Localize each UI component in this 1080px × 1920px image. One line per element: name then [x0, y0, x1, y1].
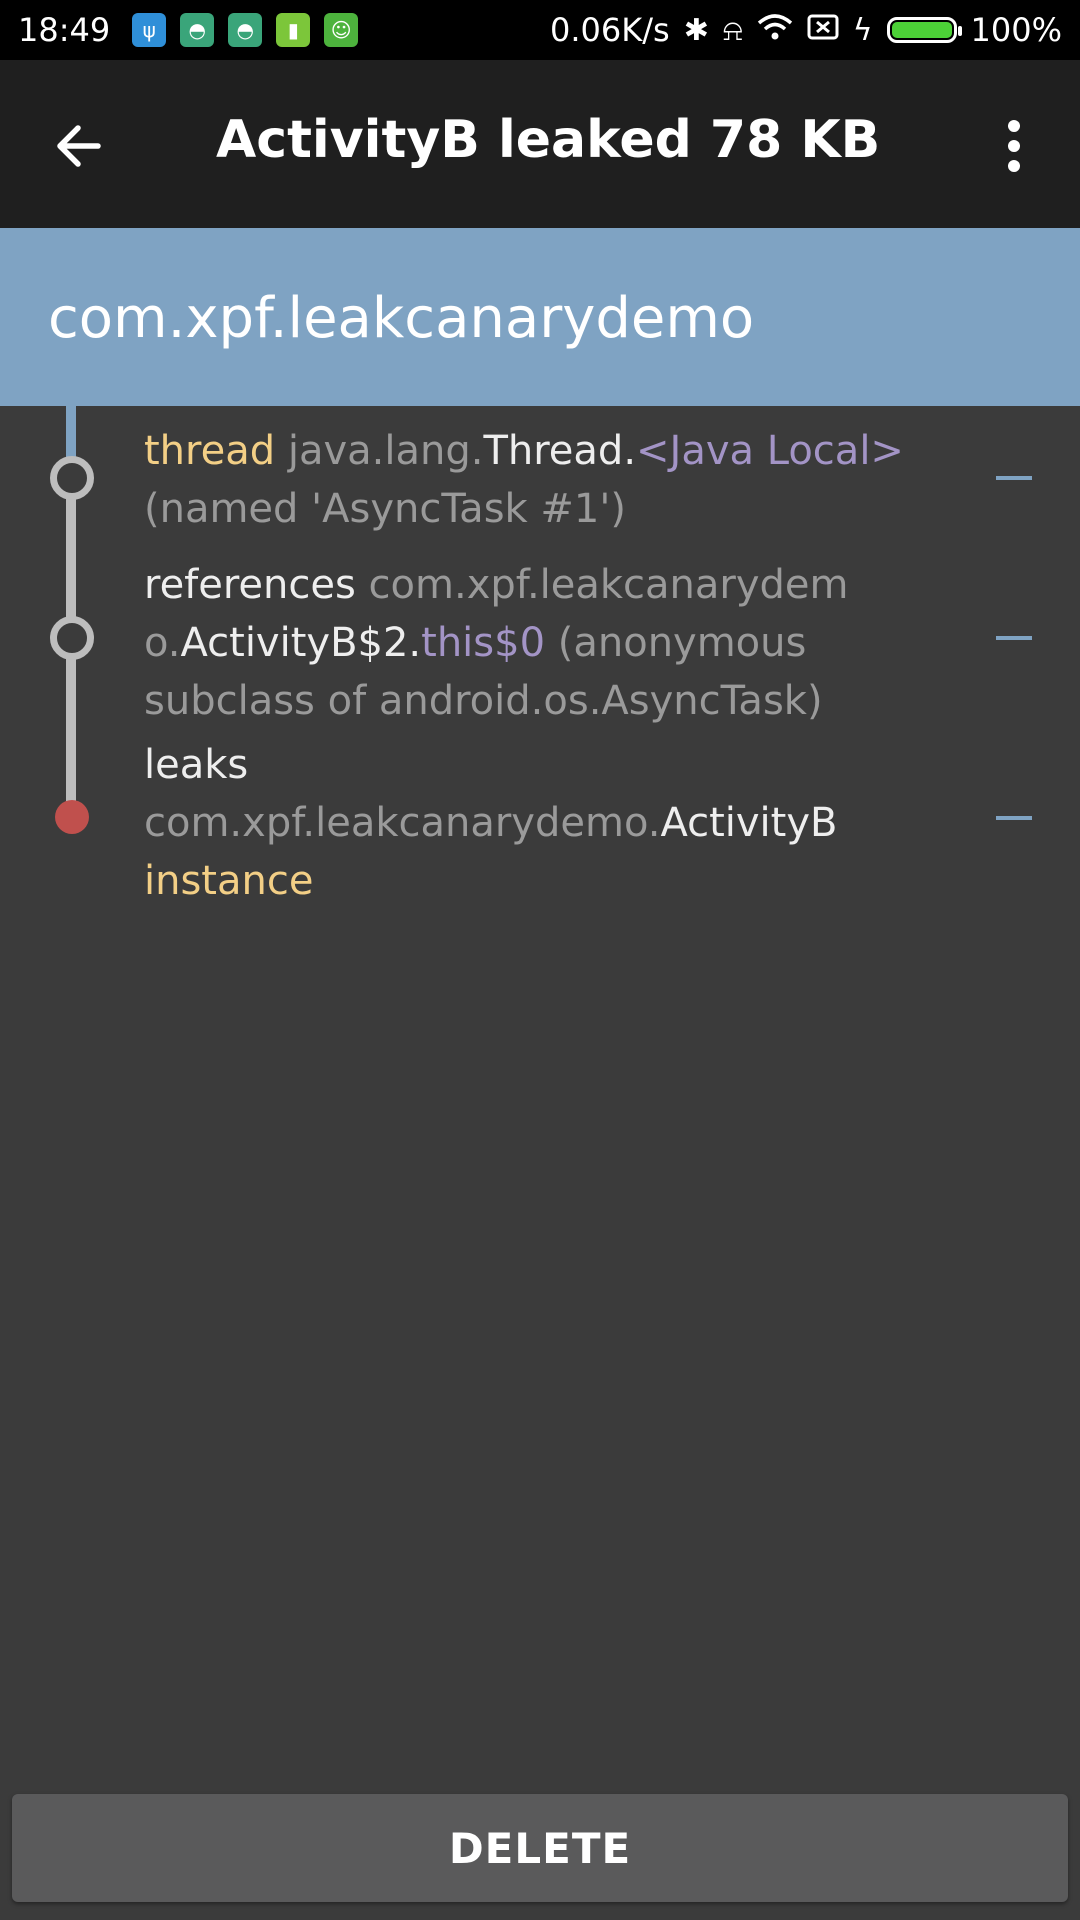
- usb-icon: ψ: [132, 13, 167, 47]
- charging-icon: ϟ: [852, 12, 873, 48]
- battery-icon: [886, 17, 962, 43]
- more-vert-icon: [1008, 120, 1020, 172]
- battery-app-icon: ▮: [276, 13, 311, 47]
- page-title: ActivityB leaked 78 KB: [216, 110, 881, 170]
- trace-row-detail: (named 'AsyncTask #1'): [144, 486, 626, 532]
- status-bar-right: 0.06K/s ✱ ⍾ ϟ 100%: [550, 11, 1080, 49]
- trace-row-thread[interactable]: thread java.lang.Thread.<Java Local> (na…: [144, 422, 944, 538]
- overflow-menu-button[interactable]: [988, 116, 1040, 176]
- status-bar-left: 18:49 ψ ◓ ◓ ▮ ☺: [0, 11, 359, 49]
- collapse-dash-icon[interactable]: [996, 476, 1032, 480]
- trace-row-leaks[interactable]: leaks com.xpf.leakcanarydemo.ActivityB i…: [144, 736, 944, 910]
- trace-node-icon: [50, 616, 94, 660]
- back-button[interactable]: [48, 116, 108, 176]
- delete-button[interactable]: DELETE: [12, 1794, 1068, 1902]
- android-face-icon: ☺: [324, 13, 359, 47]
- trace-row-field: <Java Local>: [636, 428, 904, 474]
- wifi-icon: [757, 11, 793, 49]
- net-speed: 0.06K/s: [550, 11, 670, 49]
- trace-row-class: Thread.: [483, 428, 637, 474]
- leak-node-icon: [55, 800, 89, 834]
- android-icon: ◓: [228, 13, 263, 47]
- trace-row-package: com.xpf.leakcanarydemo.: [144, 800, 661, 846]
- trace-row-label: references: [144, 562, 356, 608]
- trace-row-field: this$0: [421, 620, 546, 666]
- package-name: com.xpf.leakcanarydemo: [48, 286, 755, 351]
- status-bar: 18:49 ψ ◓ ◓ ▮ ☺ 0.06K/s ✱ ⍾ ϟ 100%: [0, 0, 1080, 60]
- trace-row-package: java.lang.: [275, 428, 484, 474]
- android-icon: ◓: [180, 13, 215, 47]
- mute-icon: ⍾: [722, 12, 743, 48]
- bluetooth-icon: ✱: [683, 12, 709, 48]
- trace-row-class: ActivityB: [660, 800, 838, 846]
- arrow-back-icon: [57, 125, 101, 167]
- no-sim-icon: [807, 11, 839, 49]
- trace-node-icon: [50, 456, 94, 500]
- collapse-dash-icon[interactable]: [996, 636, 1032, 640]
- collapse-dash-icon[interactable]: [996, 816, 1032, 820]
- package-header: com.xpf.leakcanarydemo: [0, 228, 1080, 406]
- trace-row-class: ActivityB$2.: [180, 620, 422, 666]
- trace-row-detail: instance: [144, 858, 314, 904]
- trace-row-label: thread: [144, 428, 276, 474]
- status-time: 18:49: [18, 11, 111, 49]
- trace-row-references[interactable]: references com.xpf.leakcanarydem o.Activ…: [144, 556, 944, 730]
- app-toolbar: ActivityB leaked 78 KB: [0, 60, 1080, 228]
- battery-level: 100%: [970, 11, 1062, 49]
- trace-row-label: leaks: [144, 742, 249, 788]
